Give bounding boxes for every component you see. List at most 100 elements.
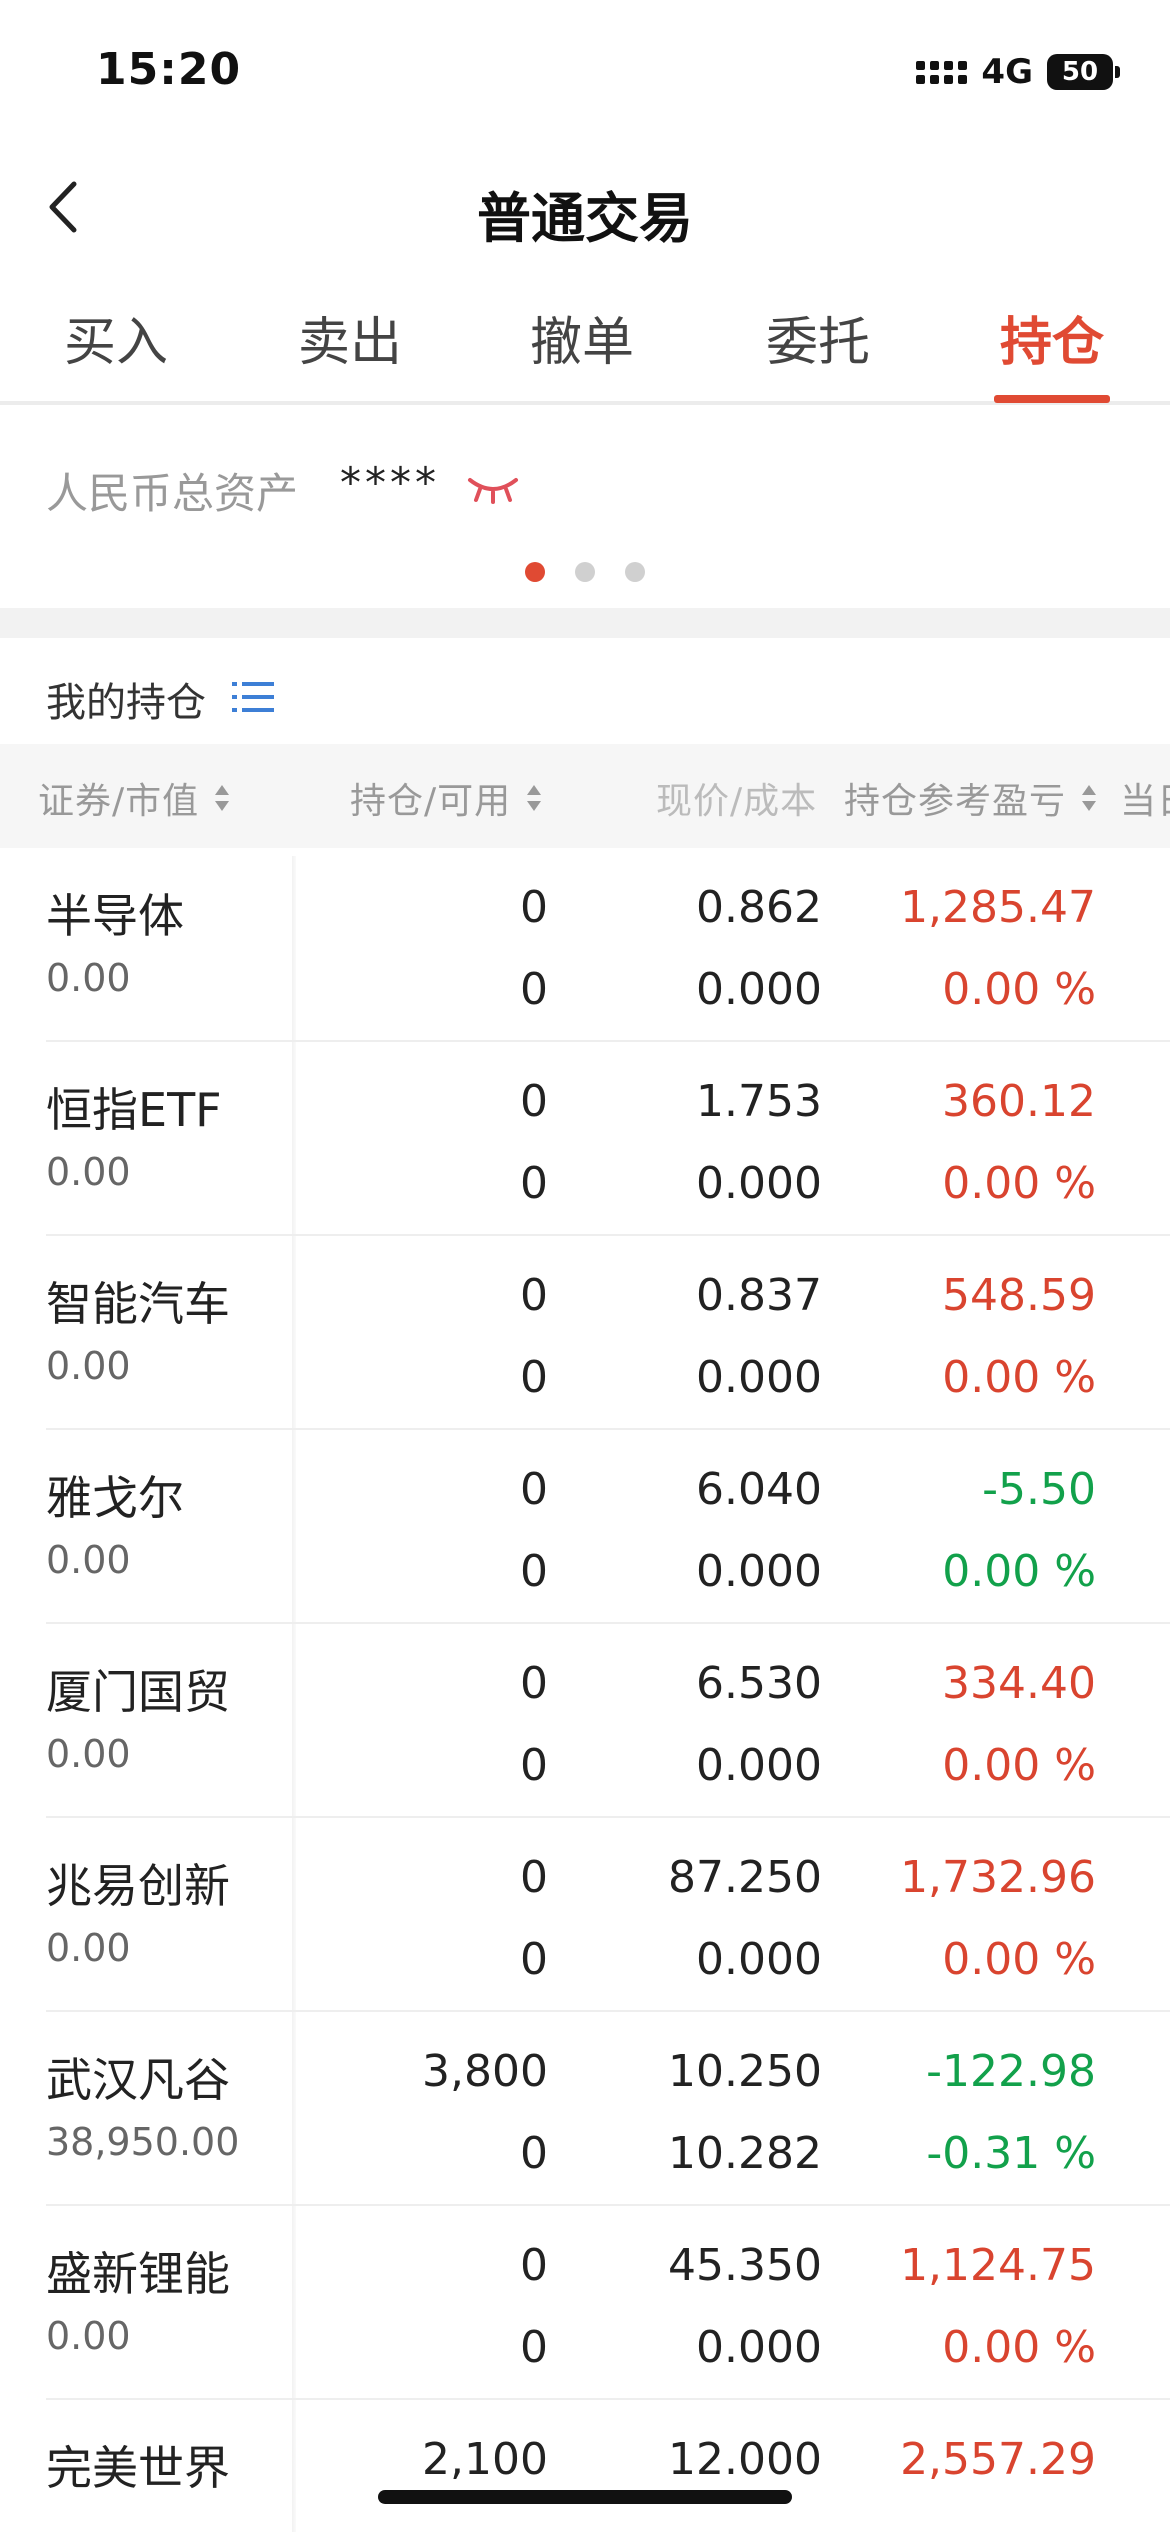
available-qty: 0 xyxy=(520,1158,548,1209)
available-qty: 0 xyxy=(520,1546,548,1597)
cost-price: 0.000 xyxy=(696,1740,822,1791)
market-value: 38,950.00 xyxy=(46,2120,240,2164)
page-dot[interactable] xyxy=(525,562,545,582)
profit-loss: 360.12 xyxy=(942,1076,1096,1127)
battery-icon: 50 xyxy=(1047,54,1120,90)
profit-loss-percent: 0.00 % xyxy=(942,1934,1096,1985)
profit-loss: 548.59 xyxy=(942,1270,1096,1321)
current-price: 10.250 xyxy=(668,2046,822,2097)
available-qty: 0 xyxy=(520,1740,548,1791)
position-qty: 0 xyxy=(520,1852,548,1903)
sort-icon xyxy=(1082,785,1097,811)
table-row[interactable]: 厦门国贸 0.00 0 0 6.530 0.000 334.40 0.00 % xyxy=(0,1624,1170,1818)
tab-cancel-order[interactable]: 撤单 xyxy=(502,300,662,375)
cost-price: 0.000 xyxy=(696,2322,822,2373)
network-type: 4G xyxy=(981,52,1033,92)
tab-buy[interactable]: 买入 xyxy=(36,300,196,375)
current-price: 87.250 xyxy=(668,1852,822,1903)
table-row[interactable]: 盛新锂能 0.00 0 0 45.350 0.000 1,124.75 0.00 % xyxy=(0,2206,1170,2400)
security-name: 盛新锂能 xyxy=(46,2247,230,2301)
sort-icon xyxy=(215,785,230,811)
available-qty: 0 xyxy=(520,1352,548,1403)
available-qty: 0 xyxy=(520,1934,548,1985)
profit-loss-percent: 0.00 % xyxy=(942,2322,1096,2373)
profit-loss-percent: 0.00 % xyxy=(942,1546,1096,1597)
profit-loss: -5.50 xyxy=(982,1464,1096,1515)
tab-sell[interactable]: 卖出 xyxy=(270,300,430,375)
status-time: 15:20 xyxy=(96,44,242,95)
cost-price: 0.000 xyxy=(696,1158,822,1209)
table-row[interactable]: 恒指ETF 0.00 0 0 1.753 0.000 360.12 0.00 % xyxy=(0,1042,1170,1236)
security-name: 半导体 xyxy=(46,889,184,943)
eye-closed-icon[interactable] xyxy=(466,474,520,504)
market-value: 0.00 xyxy=(46,1150,131,1194)
status-bar: 15:20 4G 50 xyxy=(0,0,1170,150)
column-header-position[interactable]: 持仓/可用 xyxy=(350,772,543,824)
profit-loss: 1,732.96 xyxy=(900,1852,1096,1903)
available-qty: 0 xyxy=(520,964,548,1015)
column-header-pnl[interactable]: 持仓参考盈亏 xyxy=(844,772,1098,824)
current-price: 45.350 xyxy=(668,2240,822,2291)
page-dot[interactable] xyxy=(575,562,595,582)
position-qty: 0 xyxy=(520,882,548,933)
security-name: 雅戈尔 xyxy=(46,1471,184,1525)
cost-price: 0.000 xyxy=(696,1352,822,1403)
profit-loss: 2,557.29 xyxy=(900,2434,1096,2485)
sort-icon xyxy=(527,785,542,811)
status-indicators: 4G 50 xyxy=(916,52,1120,92)
current-price: 0.862 xyxy=(696,882,822,933)
profit-loss-percent: 0.00 % xyxy=(942,964,1096,1015)
column-header-security[interactable]: 证券/市值 xyxy=(38,772,231,824)
asset-summary: 人民币总资产 **** xyxy=(0,410,1170,608)
table-row[interactable]: 武汉凡谷 38,950.00 3,800 0 10.250 10.282 -122.98 -0… xyxy=(0,2012,1170,2206)
home-indicator[interactable] xyxy=(378,2490,792,2504)
current-price: 0.837 xyxy=(696,1270,822,1321)
profit-loss: 1,285.47 xyxy=(900,882,1096,933)
market-value: 0.00 xyxy=(46,956,131,1000)
current-price: 6.040 xyxy=(696,1464,822,1515)
cost-price: 10.282 xyxy=(668,2128,822,2179)
cost-price: 0.000 xyxy=(696,1546,822,1597)
column-header-today[interactable]: 当日 xyxy=(1120,772,1170,824)
position-qty: 0 xyxy=(520,1658,548,1709)
table-row[interactable]: 智能汽车 0.00 0 0 0.837 0.000 548.59 0.00 % xyxy=(0,1236,1170,1430)
cost-price: 0.000 xyxy=(696,1934,822,1985)
security-name: 智能汽车 xyxy=(46,1277,230,1331)
table-row[interactable]: 雅戈尔 0.00 0 0 6.040 0.000 -5.50 0.00 % xyxy=(0,1430,1170,1624)
profit-loss-percent: -0.31 % xyxy=(926,2128,1096,2179)
profit-loss-percent: 0.00 % xyxy=(942,1740,1096,1791)
market-value: 0.00 xyxy=(46,2314,131,2358)
available-qty: 0 xyxy=(520,2322,548,2373)
column-header-price: 现价/成本 xyxy=(656,781,818,822)
profit-loss: 1,124.75 xyxy=(900,2240,1096,2291)
page-dot[interactable] xyxy=(625,562,645,582)
list-icon[interactable] xyxy=(232,680,274,714)
active-tab-indicator xyxy=(994,395,1110,403)
position-qty: 3,800 xyxy=(422,2046,548,2097)
market-value: 0.00 xyxy=(46,1926,131,1970)
position-qty: 0 xyxy=(520,1270,548,1321)
current-price: 6.530 xyxy=(696,1658,822,1709)
profit-loss-percent: 0.00 % xyxy=(942,1352,1096,1403)
security-name: 完美世界 xyxy=(46,2441,230,2495)
profit-loss: 334.40 xyxy=(942,1658,1096,1709)
market-value: 0.00 xyxy=(46,1732,131,1776)
tab-positions[interactable]: 持仓 xyxy=(972,300,1132,375)
security-name: 恒指ETF xyxy=(46,1083,222,1137)
current-price: 12.000 xyxy=(668,2434,822,2485)
security-name: 武汉凡谷 xyxy=(46,2053,230,2107)
holdings-header: 我的持仓 xyxy=(0,638,1170,744)
table-row[interactable]: 兆易创新 0.00 0 0 87.250 0.000 1,732.96 0.00 % xyxy=(0,1818,1170,2012)
position-qty: 0 xyxy=(520,1464,548,1515)
tab-orders[interactable]: 委托 xyxy=(738,300,898,375)
cost-price: 0.000 xyxy=(696,964,822,1015)
security-name: 厦门国贸 xyxy=(46,1665,230,1719)
table-row[interactable]: 完美世界 2,100 12.000 2,557.29 xyxy=(0,2400,1170,2532)
section-separator xyxy=(0,608,1170,638)
battery-level: 50 xyxy=(1047,54,1113,90)
page-title: 普通交易 xyxy=(477,187,693,250)
nav-bar: 普通交易 xyxy=(0,150,1170,265)
page-indicator xyxy=(0,562,1170,582)
profit-loss: -122.98 xyxy=(926,2046,1096,2097)
table-row[interactable]: 半导体 0.00 0 0 0.862 0.000 1,285.47 0.00 % xyxy=(0,848,1170,1042)
